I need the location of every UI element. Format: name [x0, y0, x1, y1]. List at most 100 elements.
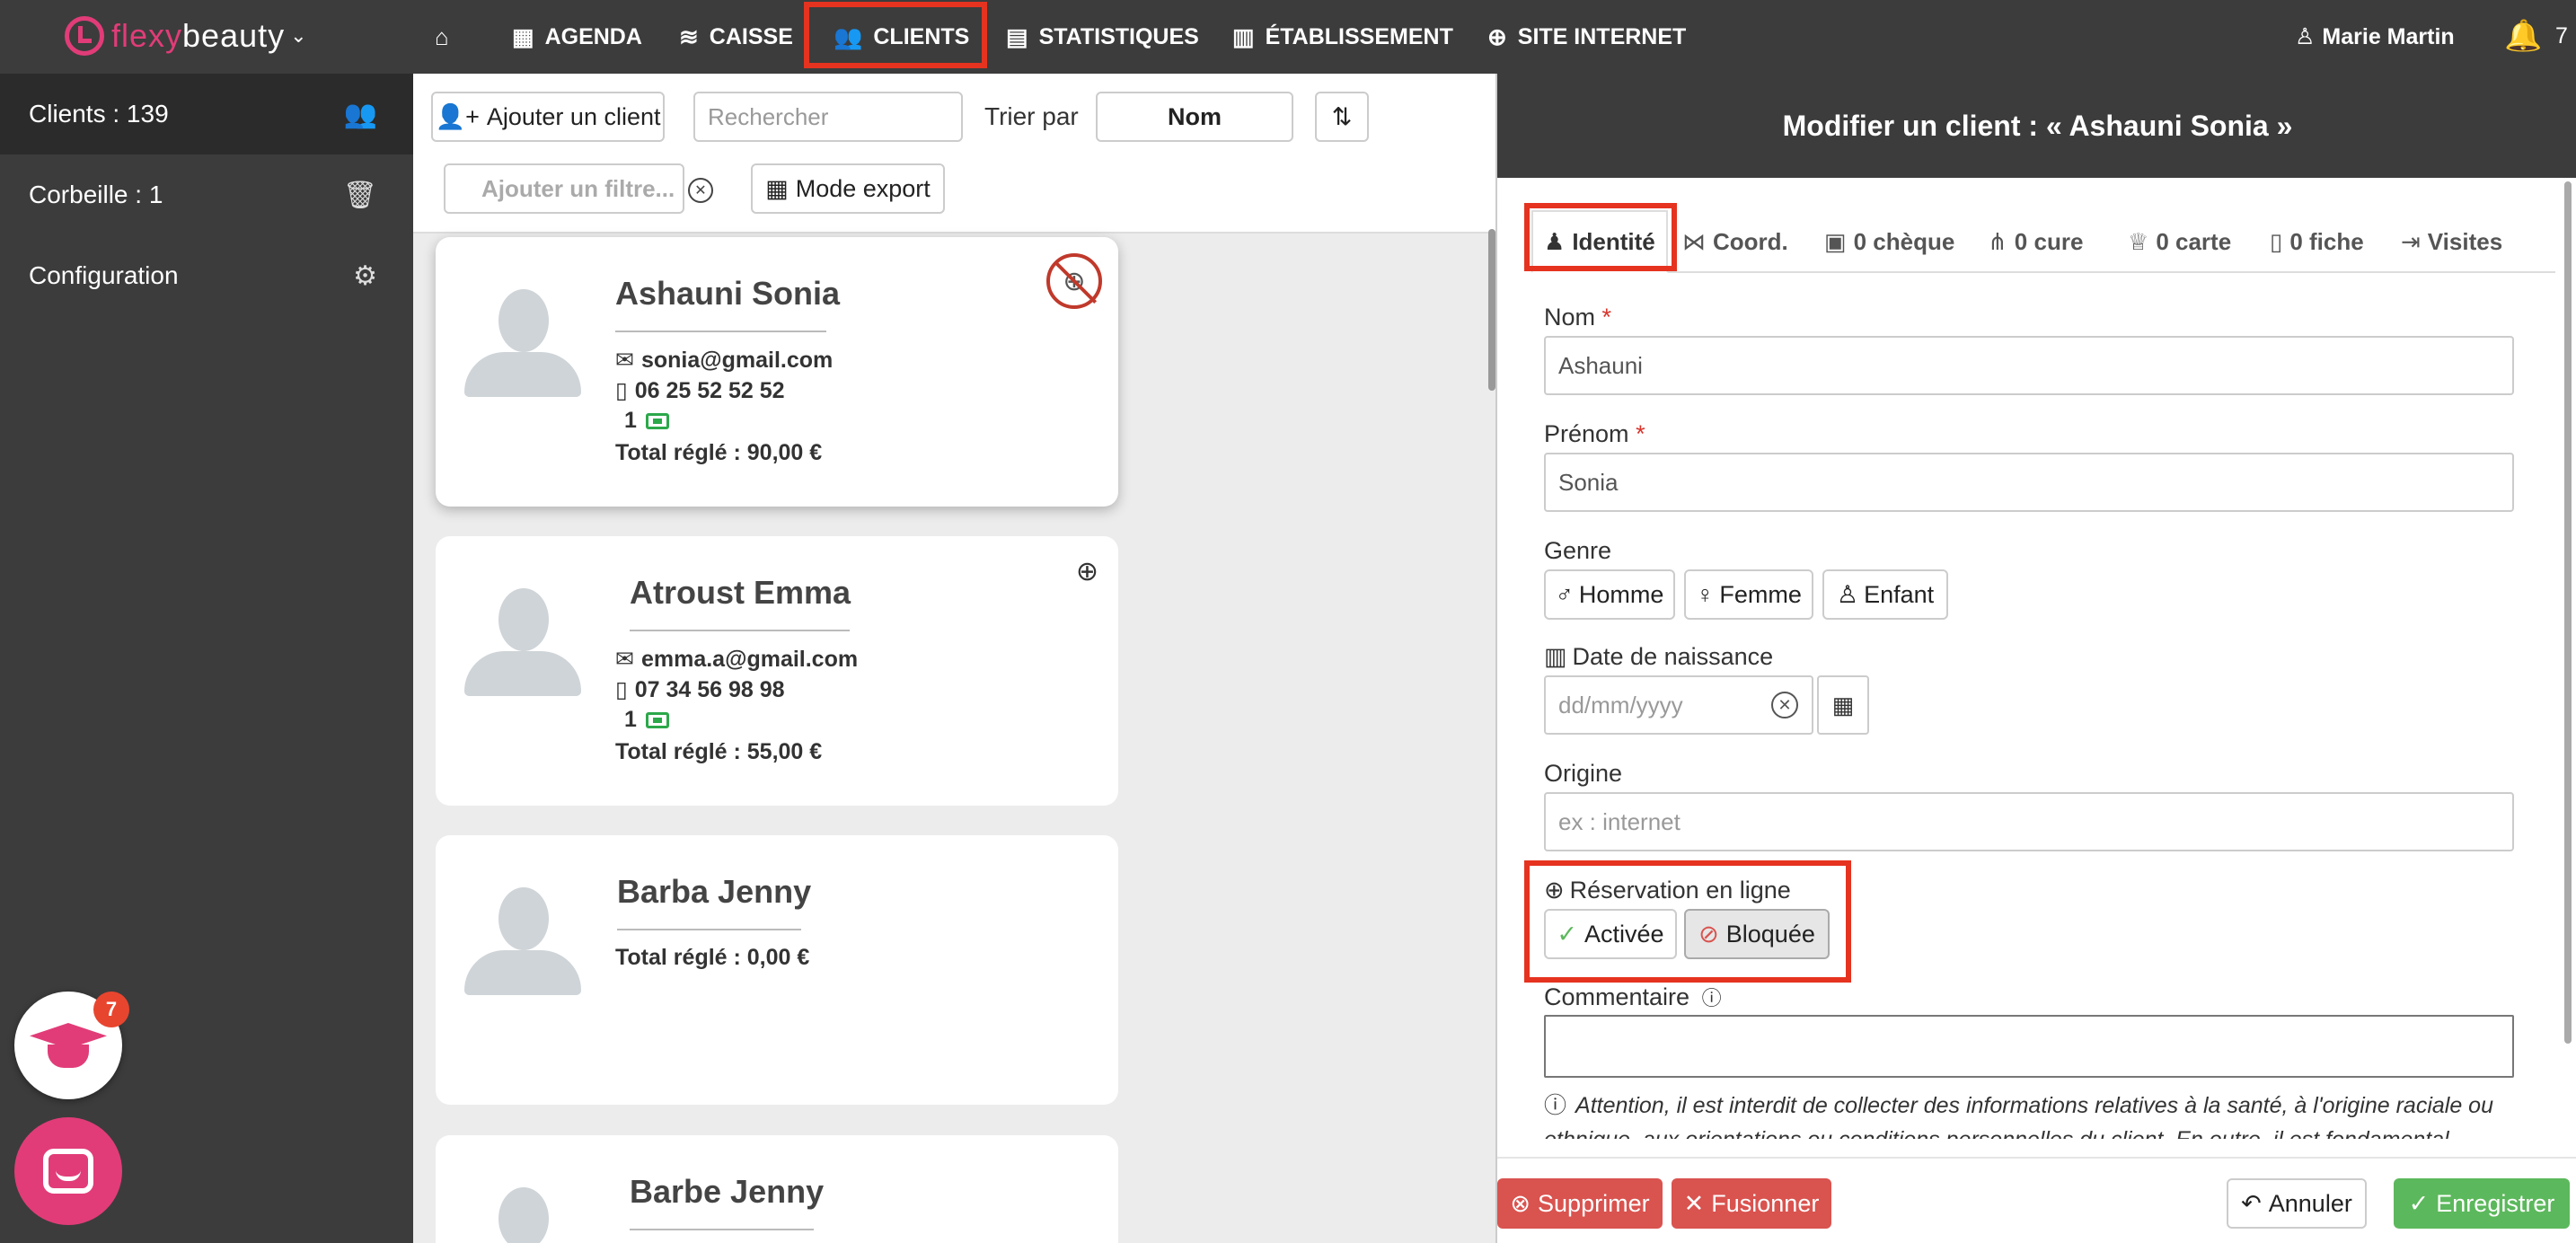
- tab-fiche[interactable]: ▯ 0 fiche: [2270, 210, 2364, 273]
- child-icon: ♙: [1836, 580, 1859, 608]
- home-icon: ⌂: [435, 22, 449, 50]
- user-plus-icon: 👤+: [435, 103, 480, 130]
- sidebar-item-label: Clients : 139: [29, 100, 169, 128]
- user-menu[interactable]: ♙ Marie Martin: [2295, 0, 2455, 74]
- comment-textarea[interactable]: [1544, 1015, 2514, 1078]
- client-name: Barba Jenny: [617, 873, 812, 910]
- nav-clients-highlight: [804, 2, 987, 68]
- sidebar-item-corbeille[interactable]: Corbeille : 1 🗑: [0, 154, 413, 235]
- filter-placeholder: Ajouter un filtre...: [481, 174, 675, 202]
- chat-button[interactable]: [14, 1117, 122, 1225]
- add-client-button[interactable]: 👤+ Ajouter un client: [431, 92, 665, 142]
- hierarchy-icon: ⋔: [1988, 227, 2007, 255]
- male-icon: ♂: [1555, 580, 1574, 608]
- calendar-icon: ▦: [512, 22, 534, 50]
- search-input[interactable]: Rechercher: [693, 92, 963, 142]
- sort-label: Trier par: [984, 102, 1079, 130]
- top-navbar: flexybeauty ⌄ ⌂ ▦ AGENDA ≋ CAISSE 👥 CLIE…: [0, 0, 2576, 74]
- nom-field[interactable]: Ashauni: [1544, 336, 2514, 395]
- add-client-label: Ajouter un client: [486, 102, 661, 130]
- client-phone: ▯ 06 25 52 52 52: [615, 377, 785, 404]
- nav-agenda[interactable]: ▦ AGENDA: [512, 0, 642, 74]
- avatar: [464, 289, 581, 397]
- sidebar-item-clients[interactable]: Clients : 139 👥: [0, 74, 413, 154]
- client-name: Atroust Emma: [630, 574, 851, 611]
- avatar: [464, 887, 581, 995]
- divider: [630, 1229, 814, 1230]
- client-total: Total réglé : 0,00 €: [615, 945, 810, 970]
- calendar-picker-button[interactable]: ▦: [1817, 675, 1869, 735]
- clear-filter-icon[interactable]: ✕: [688, 178, 713, 203]
- nav-statistiques[interactable]: ▤ STATISTIQUES: [1006, 0, 1199, 74]
- female-icon: ♀: [1696, 580, 1715, 608]
- nav-label: AGENDA: [544, 23, 642, 49]
- check-icon: ✓: [2408, 1189, 2430, 1217]
- edit-client-panel: Modifier un client : « Ashauni Sonia » ♟…: [1495, 74, 2576, 1243]
- clear-date-icon[interactable]: ✕: [1771, 692, 1798, 718]
- user-icon: ♙: [2295, 24, 2316, 49]
- undo-icon: ↶: [2241, 1189, 2262, 1217]
- sort-select[interactable]: Nom: [1096, 92, 1293, 142]
- list-scrollbar[interactable]: [1488, 229, 1495, 391]
- origine-field[interactable]: ex : internet: [1544, 792, 2514, 851]
- client-card[interactable]: Ashauni Sonia ✉ sonia@gmail.com ▯ 06 25 52…: [436, 237, 1118, 507]
- genre-label: Genre: [1544, 537, 1612, 564]
- divider: [617, 929, 801, 930]
- prenom-field[interactable]: Sonia: [1544, 453, 2514, 512]
- avatar: [464, 588, 581, 696]
- user-name: Marie Martin: [2322, 23, 2455, 49]
- genre-femme-button[interactable]: ♀ Femme: [1684, 569, 1813, 620]
- cancel-button[interactable]: ↶ Annuler: [2227, 1178, 2367, 1229]
- store-icon: ▥: [1232, 22, 1255, 50]
- sign-in-icon: ⇥: [2401, 227, 2421, 255]
- sort-direction-icon[interactable]: ⇅: [1315, 92, 1369, 142]
- envelope-icon: ✉: [615, 647, 634, 672]
- tab-cure[interactable]: ⋔ 0 cure: [1988, 210, 2083, 273]
- share-icon: ⋈: [1682, 227, 1706, 255]
- chat-icon: [43, 1149, 93, 1194]
- nav-label: CAISSE: [709, 23, 793, 49]
- tab-visites[interactable]: ⇥ Visites: [2401, 210, 2502, 273]
- table-icon: ▦: [765, 174, 789, 202]
- trophy-icon: ♕: [2128, 227, 2149, 255]
- save-button[interactable]: ✓ Enregistrer: [2394, 1178, 2570, 1229]
- client-card[interactable]: Atroust Emma ✉ emma.a@gmail.com ▯ 07 34 56…: [436, 536, 1118, 806]
- panel-scrollbar[interactable]: [2564, 181, 2572, 1044]
- file-icon: ▯: [2270, 227, 2283, 255]
- tab-carte[interactable]: ♕ 0 carte: [2128, 210, 2231, 273]
- comment-label: Commentaire ⓘ: [1544, 983, 1722, 1010]
- nav-caisse[interactable]: ≋ CAISSE: [679, 0, 793, 74]
- tab-coord[interactable]: ⋈ Coord.: [1682, 210, 1788, 273]
- ticket-icon: [645, 711, 669, 728]
- calendar-icon: ▦: [1831, 691, 1855, 718]
- tab-cheque[interactable]: ▣ 0 chèque: [1824, 210, 1954, 273]
- brand-logo[interactable]: flexybeauty ⌄: [65, 13, 307, 59]
- filter-input[interactable]: Ajouter un filtre...: [444, 163, 684, 214]
- client-email: ✉ emma.a@gmail.com: [615, 646, 859, 673]
- merge-button[interactable]: ✕ Fusionner: [1672, 1178, 1831, 1229]
- notification-count: 7: [2555, 23, 2568, 48]
- globe-icon: ⊕: [1487, 22, 1507, 50]
- client-tickets: 1: [624, 707, 669, 733]
- cake-icon: ▥: [1544, 643, 1567, 670]
- genre-enfant-button[interactable]: ♙ Enfant: [1822, 569, 1948, 620]
- logo-text: flexybeauty: [111, 17, 286, 54]
- phone-icon: ▯: [615, 378, 628, 403]
- sidebar-item-configuration[interactable]: Configuration ⚙: [0, 235, 413, 316]
- client-card[interactable]: Barbe Jenny: [436, 1135, 1118, 1243]
- tab-identite-highlight: [1524, 203, 1677, 271]
- nav-etablissement[interactable]: ▥ ÉTABLISSEMENT: [1232, 0, 1453, 74]
- genre-homme-button[interactable]: ♂ Homme: [1544, 569, 1675, 620]
- export-mode-button[interactable]: ▦ Mode export: [751, 163, 945, 214]
- ticket-icon: [645, 412, 669, 429]
- avatar: [464, 1187, 581, 1243]
- nom-label: Nom *: [1544, 304, 1612, 331]
- divider: [630, 630, 850, 631]
- nav-site-internet[interactable]: ⊕ SITE INTERNET: [1487, 0, 1686, 74]
- delete-button[interactable]: ⊗ Supprimer: [1497, 1178, 1663, 1229]
- chevron-down-icon: ⌄: [290, 24, 307, 47]
- bell-icon[interactable]: 🔔: [2504, 18, 2542, 54]
- export-mode-label: Mode export: [795, 174, 931, 202]
- nav-home[interactable]: ⌂: [435, 0, 460, 74]
- client-card[interactable]: Barba Jenny Total réglé : 0,00 €: [436, 835, 1118, 1105]
